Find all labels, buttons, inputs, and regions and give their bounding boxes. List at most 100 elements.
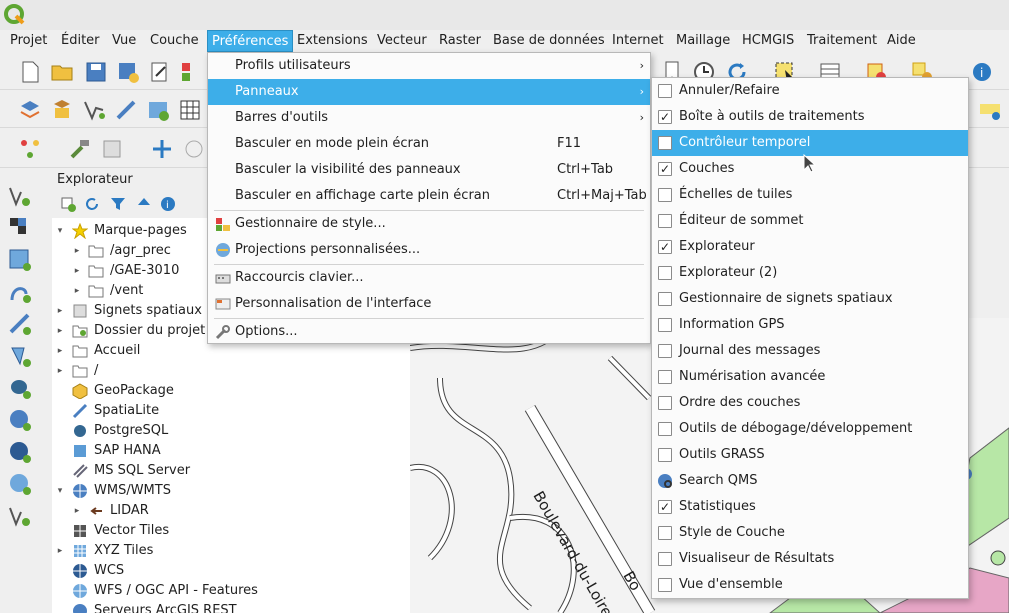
checkbox-unchecked[interactable] <box>658 578 672 592</box>
open-project-icon[interactable] <box>50 60 74 84</box>
postgis-layer-icon[interactable] <box>8 376 32 400</box>
menu-aide[interactable]: Aide <box>883 30 920 52</box>
style-manager-icon[interactable] <box>180 60 204 84</box>
add-grid-icon[interactable] <box>178 98 202 122</box>
filter-icon[interactable] <box>110 196 126 212</box>
checkbox-checked[interactable]: ✓ <box>658 500 672 514</box>
expand-arrow-icon[interactable]: ▸ <box>72 241 82 261</box>
expand-arrow-icon[interactable]: ▸ <box>55 541 65 561</box>
add-vector-icon[interactable] <box>82 98 106 122</box>
menu-traitement[interactable]: Traitement <box>803 30 881 52</box>
panel-item-outils-grass[interactable]: Outils GRASS <box>652 442 968 468</box>
tree-item-mssql[interactable]: MS SQL Server <box>52 461 410 481</box>
menu-maillage[interactable]: Maillage <box>672 30 734 52</box>
checkbox-unchecked[interactable] <box>658 214 672 228</box>
panel-item-editeur-sommet[interactable]: Éditeur de sommet <box>652 208 968 234</box>
refresh-icon[interactable] <box>84 196 100 212</box>
add-spatialite-icon[interactable] <box>146 98 170 122</box>
checkbox-checked[interactable]: ✓ <box>658 162 672 176</box>
wfs-layer-icon[interactable] <box>8 472 32 496</box>
panel-item-signets-spatiaux[interactable]: Gestionnaire de signets spatiaux <box>652 286 968 312</box>
checkbox-unchecked[interactable] <box>658 292 672 306</box>
wcs-layer-icon[interactable] <box>8 440 32 464</box>
tree-item-wfs[interactable]: WFS / OGC API - Features <box>52 581 410 601</box>
menu-preferences[interactable]: Préférences <box>207 30 294 52</box>
panel-item-echelles-tuiles[interactable]: Échelles de tuiles <box>652 182 968 208</box>
expand-arrow-icon[interactable]: ▾ <box>55 481 65 501</box>
label-toolbar-icon[interactable] <box>978 98 1002 122</box>
tree-item-spatialite[interactable]: SpatiaLite <box>52 401 410 421</box>
tree-item-geopackage[interactable]: GeoPackage <box>52 381 410 401</box>
panel-item-journal-messages[interactable]: Journal des messages <box>652 338 968 364</box>
checkbox-unchecked[interactable] <box>658 396 672 410</box>
info-icon[interactable]: i <box>160 196 176 212</box>
expand-arrow-icon[interactable]: ▸ <box>72 281 82 301</box>
menu-extensions[interactable]: Extensions <box>293 30 372 52</box>
panel-item-statistiques[interactable]: ✓ Statistiques <box>652 494 968 520</box>
tree-item-xyz-tiles[interactable]: ▸ XYZ Tiles <box>52 541 410 561</box>
save-project-icon[interactable] <box>84 60 108 84</box>
grid-layer-icon[interactable] <box>8 248 32 272</box>
virtual-layer-icon[interactable] <box>8 504 32 528</box>
menu-vecteur[interactable]: Vecteur <box>373 30 431 52</box>
menu-item-profils[interactable]: Profils utilisateurs › <box>208 53 650 79</box>
expand-arrow-icon[interactable]: ▸ <box>55 361 65 381</box>
expand-arrow-icon[interactable]: ▾ <box>55 221 65 241</box>
plugin-network-icon[interactable] <box>18 137 42 161</box>
menu-item-carte-plein-ecran[interactable]: Basculer en affichage carte plein écran C… <box>208 183 650 209</box>
menu-item-options[interactable]: Options... <box>208 319 650 345</box>
add-delimited-text-icon[interactable] <box>114 98 138 122</box>
menu-item-plein-ecran[interactable]: Basculer en mode plein écran F11 <box>208 131 650 157</box>
checkbox-unchecked[interactable] <box>658 370 672 384</box>
panel-item-explorateur-2[interactable]: Explorateur (2) <box>652 260 968 286</box>
collapse-all-icon[interactable] <box>136 196 152 212</box>
panel-item-information-gps[interactable]: Information GPS <box>652 312 968 338</box>
compass-icon[interactable] <box>182 137 206 161</box>
tree-item-wcs[interactable]: WCS <box>52 561 410 581</box>
menu-base-de-donnees[interactable]: Base de données <box>489 30 609 52</box>
panel-item-annuler-refaire[interactable]: Annuler/Refaire <box>652 78 968 104</box>
menu-item-raccourcis[interactable]: Raccourcis clavier... <box>208 265 650 291</box>
menu-item-gestionnaire-style[interactable]: Gestionnaire de style... <box>208 211 650 237</box>
panel-item-visualiseur-resultats[interactable]: Visualiseur de Résultats <box>652 546 968 572</box>
add-layer-icon[interactable] <box>18 98 42 122</box>
panel-item-ordre-couches[interactable]: Ordre des couches <box>652 390 968 416</box>
menu-raster[interactable]: Raster <box>435 30 485 52</box>
menu-vue[interactable]: Vue <box>108 30 140 52</box>
menu-item-barres-outils[interactable]: Barres d'outils › <box>208 105 650 131</box>
line-layer-icon[interactable] <box>8 312 32 336</box>
menu-internet[interactable]: Internet <box>608 30 668 52</box>
tree-item-sap-hana[interactable]: SAP HANA <box>52 441 410 461</box>
add-raster-icon[interactable] <box>50 98 74 122</box>
tree-item-root[interactable]: ▸ / <box>52 361 410 381</box>
menu-item-visibilite-panneaux[interactable]: Basculer la visibilité des panneaux Ctrl+… <box>208 157 650 183</box>
menu-projet[interactable]: Projet <box>6 30 51 52</box>
checkbox-unchecked[interactable] <box>658 318 672 332</box>
panel-item-boite-outils[interactable]: ✓ Boîte à outils de traitements <box>652 104 968 130</box>
tree-item-vector-tiles[interactable]: Vector Tiles <box>52 521 410 541</box>
panel-item-numerisation-avancee[interactable]: Numérisation avancée <box>652 364 968 390</box>
checkbox-unchecked[interactable] <box>658 526 672 540</box>
expand-arrow-icon[interactable]: ▸ <box>72 501 82 521</box>
add-selected-icon[interactable] <box>60 196 76 212</box>
panel-item-outils-debogage[interactable]: Outils de débogage/développement <box>652 416 968 442</box>
curve-icon[interactable] <box>8 280 32 304</box>
menu-item-projections[interactable]: Projections personnalisées... <box>208 237 650 263</box>
expand-arrow-icon[interactable]: ▸ <box>55 341 65 361</box>
tree-item-lidar[interactable]: ▸ LIDAR <box>52 501 410 521</box>
panel-item-explorateur[interactable]: ✓ Explorateur <box>652 234 968 260</box>
tree-item-postgresql[interactable]: PostgreSQL <box>52 421 410 441</box>
expand-arrow-icon[interactable]: ▸ <box>72 261 82 281</box>
tree-item-wms-wmts[interactable]: ▾ WMS/WMTS <box>52 481 410 501</box>
panel-item-search-qms[interactable]: Search QMS <box>652 468 968 494</box>
checkbox-unchecked[interactable] <box>658 136 672 150</box>
polygon-layer-icon[interactable] <box>8 344 32 368</box>
save-as-icon[interactable] <box>116 60 140 84</box>
panel-item-controleur-temporel[interactable]: Contrôleur temporel <box>652 130 968 156</box>
wms-layer-icon[interactable] <box>8 408 32 432</box>
checkerboard-icon[interactable] <box>8 216 32 240</box>
identify-icon[interactable]: i <box>970 60 994 84</box>
expand-arrow-icon[interactable]: ▸ <box>55 321 65 341</box>
tree-item-arcgis-rest[interactable]: Serveurs ArcGIS REST <box>52 601 410 613</box>
tool-hammer-icon[interactable] <box>68 137 92 161</box>
